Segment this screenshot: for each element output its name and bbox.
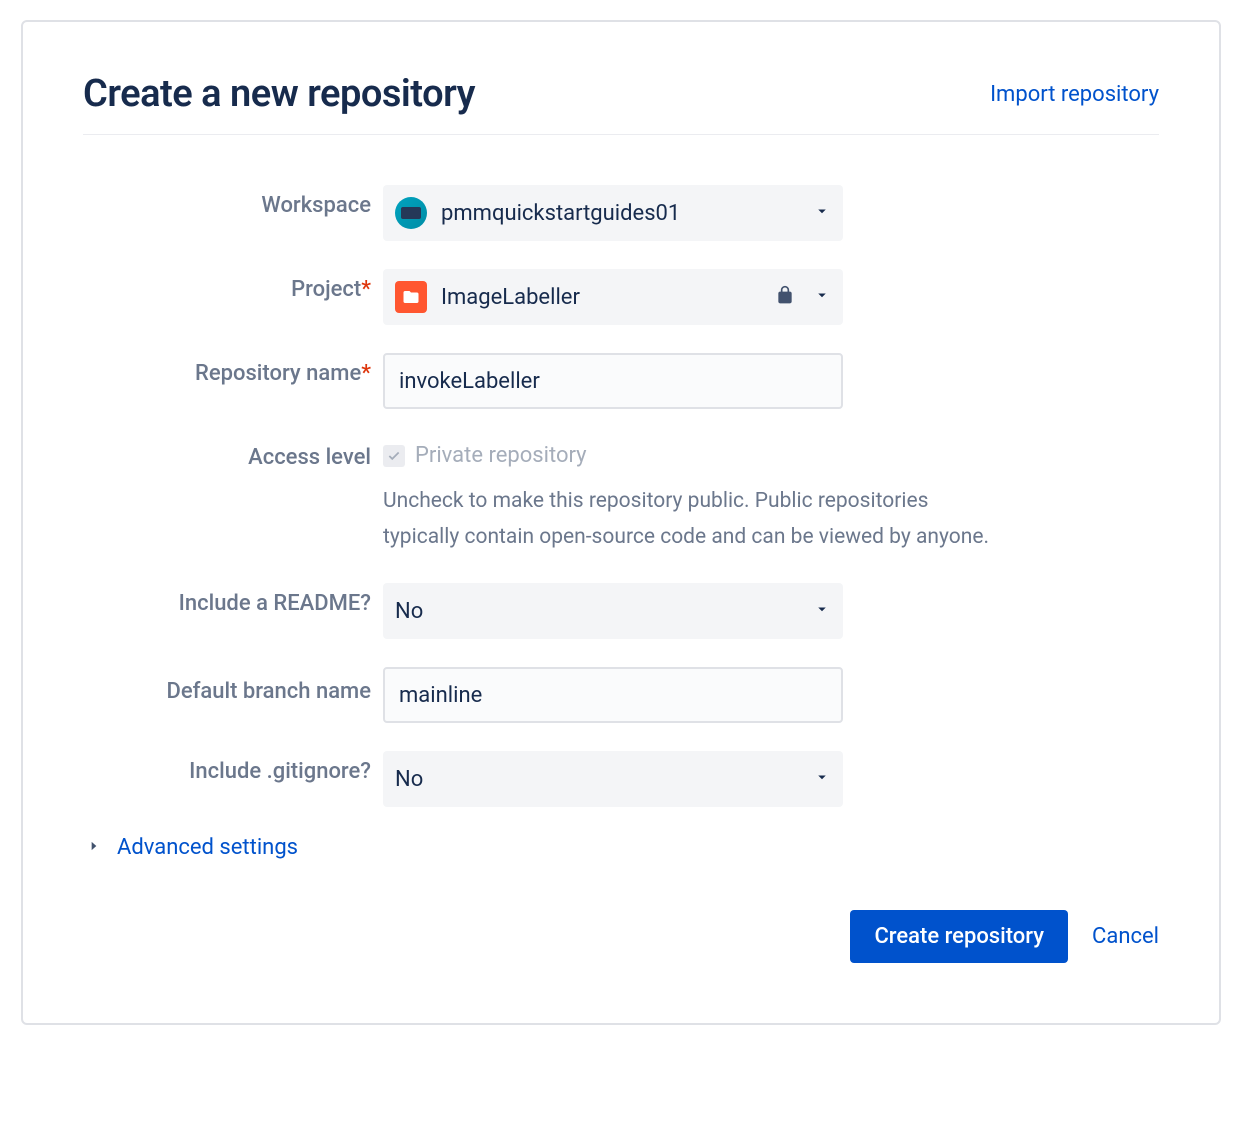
access-help-text: Uncheck to make this repository public. …	[383, 484, 1003, 555]
private-checkbox-label: Private repository	[415, 443, 587, 468]
workspace-avatar-icon	[395, 197, 427, 229]
chevron-down-icon	[813, 202, 831, 224]
gitignore-row: Include .gitignore? No	[83, 751, 1159, 807]
button-row: Create repository Cancel	[83, 910, 1159, 963]
repository-name-input[interactable]	[383, 353, 843, 409]
import-repository-link[interactable]: Import repository	[990, 82, 1159, 107]
gitignore-label: Include .gitignore?	[83, 751, 383, 784]
folder-icon	[395, 281, 427, 313]
repo-name-label: Repository name*	[83, 353, 383, 386]
default-branch-row: Default branch name	[83, 667, 1159, 723]
project-label: Project*	[83, 269, 383, 302]
private-checkbox[interactable]	[383, 445, 405, 467]
access-level-row: Access level Private repository Uncheck …	[83, 437, 1159, 555]
gitignore-select[interactable]: No	[383, 751, 843, 807]
workspace-row: Workspace pmmquickstartguides01	[83, 185, 1159, 241]
readme-row: Include a README? No	[83, 583, 1159, 639]
chevron-down-icon	[813, 286, 831, 308]
create-repository-button[interactable]: Create repository	[850, 910, 1068, 963]
readme-select[interactable]: No	[383, 583, 843, 639]
gitignore-value: No	[395, 767, 813, 792]
repo-name-row: Repository name*	[83, 353, 1159, 409]
card-header: Create a new repository Import repositor…	[83, 72, 1159, 135]
workspace-select[interactable]: pmmquickstartguides01	[383, 185, 843, 241]
project-select[interactable]: ImageLabeller	[383, 269, 843, 325]
readme-label: Include a README?	[83, 583, 383, 616]
page-title: Create a new repository	[83, 72, 475, 116]
workspace-value: pmmquickstartguides01	[441, 201, 813, 226]
project-value: ImageLabeller	[441, 285, 775, 310]
advanced-settings-label: Advanced settings	[117, 835, 298, 860]
chevron-right-icon	[87, 838, 101, 857]
required-asterisk: *	[361, 361, 371, 386]
lock-icon	[775, 284, 795, 310]
default-branch-input[interactable]	[383, 667, 843, 723]
create-repository-card: Create a new repository Import repositor…	[21, 20, 1221, 1025]
workspace-label: Workspace	[83, 185, 383, 218]
required-asterisk: *	[361, 277, 371, 302]
readme-value: No	[395, 599, 813, 624]
advanced-settings-toggle[interactable]: Advanced settings	[83, 835, 1159, 860]
chevron-down-icon	[813, 768, 831, 790]
project-row: Project* ImageLabeller	[83, 269, 1159, 325]
chevron-down-icon	[813, 600, 831, 622]
access-level-label: Access level	[83, 437, 383, 470]
cancel-button[interactable]: Cancel	[1092, 910, 1159, 963]
default-branch-label: Default branch name	[83, 667, 383, 708]
